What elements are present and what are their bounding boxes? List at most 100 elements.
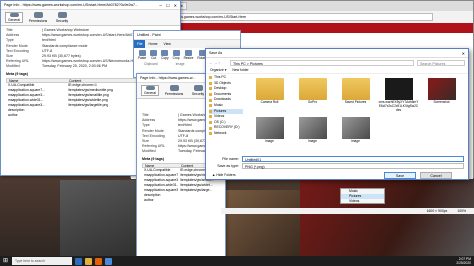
file-name-input[interactable]: Untitled01 [242, 156, 464, 162]
command-bar: Organize ▾ New folder [206, 67, 468, 74]
column-content[interactable]: Content [179, 164, 193, 168]
image-thumbnail [341, 117, 370, 139]
maximize-icon[interactable]: ☐ [166, 3, 170, 8]
column-content[interactable]: Content [67, 79, 81, 83]
lock-icon [193, 85, 203, 91]
page-info-title-bar: Page Info - https://www.games-workshop.c… [1, 1, 180, 10]
save-as-title-bar: Save As ✕ [206, 49, 468, 58]
document-icon [209, 93, 212, 97]
page-info-2-title: Page Info - https://www.games-w... [140, 76, 196, 80]
image-size: 1600 × 900px [426, 209, 448, 213]
file-name-row: File name: Untitled01 [209, 156, 464, 162]
windows-start-icon[interactable]: ⊞ [2, 258, 9, 265]
tab-permissions[interactable]: Permissions [165, 85, 183, 96]
folder-icon [255, 78, 284, 100]
system-tray[interactable]: 2:07 PM 2/25/2020 [456, 257, 474, 265]
list-item[interactable]: image [335, 117, 376, 153]
list-item[interactable]: Camera Roll [249, 78, 290, 114]
copy-button[interactable]: Copy [161, 50, 169, 60]
taskbar-search-input[interactable]: Type here to search [12, 257, 72, 265]
paint-title: Untitled - Paint [137, 33, 161, 37]
page-info-tabs: General Permissions Security [1, 10, 180, 26]
image-thumbnail [427, 78, 456, 100]
zoom-level[interactable]: 100% [457, 208, 466, 214]
menu-home[interactable]: Home [145, 42, 160, 46]
cut-button[interactable]: Cut [150, 50, 158, 60]
folder-icon [298, 78, 327, 100]
pictures-icon [209, 109, 212, 113]
drive-icon [209, 126, 212, 130]
menu-file[interactable]: File [134, 40, 146, 48]
list-item[interactable]: cms-warhEX5yXY7Adh6mYE6cl7x2sC2x91LKXtgS… [378, 78, 419, 114]
close-icon[interactable]: ✕ [462, 51, 465, 56]
path-input[interactable]: This PC > Pictures [230, 59, 414, 66]
permissions-icon [169, 85, 179, 91]
new-folder-button[interactable]: New folder [232, 68, 248, 72]
lock-icon [57, 12, 67, 18]
dropdown-item-videos[interactable]: Videos [341, 199, 384, 204]
general-icon [9, 13, 19, 17]
network-icon [209, 132, 212, 136]
computer-icon [209, 76, 212, 80]
browser-tab-strip: Games Workshop Webstore [131, 1, 473, 11]
paint-icon[interactable] [105, 257, 112, 265]
save-type-select[interactable]: PNG (*.png) [242, 163, 464, 169]
search-input[interactable]: Search Pictures [417, 59, 465, 66]
folder-icon [341, 78, 370, 100]
menu-view[interactable]: View [161, 42, 174, 46]
tab-general[interactable]: General [5, 12, 23, 23]
image-thumbnail [298, 117, 327, 139]
browser-address-bar[interactable]: https://www.games-workshop.com/en-US/Sta… [161, 13, 433, 21]
paste-button[interactable]: Paste [138, 50, 146, 60]
list-item[interactable]: image [249, 117, 290, 153]
save-as-dialog: Save As ✕ ← → ↑ This PC > Pictures Searc… [205, 48, 469, 180]
table-row[interactable]: author [142, 198, 220, 203]
hide-folders-button[interactable]: ▲ Hide Folders [212, 173, 236, 177]
page-info-title: Page Info - https://www.games-workshop.c… [4, 3, 139, 7]
music-icon [209, 104, 212, 108]
paint-status-bar: 1600 × 900px 100% [221, 208, 474, 214]
save-type-label: Save as type: [217, 164, 239, 168]
paint-menu: File Home View [134, 40, 240, 48]
file-explorer-icon[interactable] [85, 257, 92, 265]
paint-title-bar: Untitled - Paint [134, 31, 240, 40]
save-button[interactable]: Save [384, 172, 416, 179]
clock-date: 2/25/2020 [456, 261, 471, 265]
drive-icon [209, 121, 212, 125]
crop-button[interactable]: Crop [172, 50, 180, 60]
file-name-label: File name: [222, 157, 239, 161]
tab-permissions[interactable]: Permissions [29, 12, 47, 23]
desktop-icon [209, 87, 212, 91]
folder-dropdown: Music Pictures Videos [340, 188, 385, 204]
file-list: Camera Roll GoPro Saved Pictures cms-war… [246, 75, 468, 147]
permissions-icon [33, 12, 43, 18]
list-item[interactable]: GoPro [292, 78, 333, 114]
minimize-icon[interactable]: ─ [159, 3, 162, 8]
column-name[interactable]: Name [7, 79, 67, 83]
save-type-row: Save as type: PNG (*.png) [209, 163, 464, 169]
tab-security[interactable]: Security [53, 12, 71, 23]
list-item[interactable]: image [292, 117, 333, 153]
resize-button[interactable]: Resize [184, 50, 193, 60]
organize-button[interactable]: Organize ▾ [210, 68, 226, 72]
close-icon[interactable]: ✕ [174, 3, 177, 8]
image-thumbnail [255, 117, 284, 139]
cube-icon [209, 81, 212, 85]
list-item[interactable]: Screenshot [421, 78, 462, 114]
navigation-pane: This PC 3D Objects Desktop Documents Dow… [206, 75, 243, 147]
list-item[interactable]: Saved Pictures [335, 78, 376, 114]
save-as-title: Save As [209, 51, 223, 55]
download-icon [209, 98, 212, 102]
navigation-arrows-icon[interactable]: ← → ↑ [209, 61, 227, 65]
video-icon [209, 115, 212, 119]
firefox-icon[interactable] [95, 257, 102, 265]
address-bar: ← → ↑ This PC > Pictures Search Pictures [206, 58, 468, 67]
taskbar: ⊞ Type here to search 2:07 PM 2/25/2020 [0, 256, 474, 266]
cancel-button[interactable]: Cancel [420, 172, 452, 179]
column-name[interactable]: Name [143, 164, 179, 168]
edge-icon[interactable] [75, 257, 82, 265]
image-thumbnail [384, 78, 413, 100]
general-icon [145, 86, 155, 90]
tab-general[interactable]: General [141, 85, 159, 96]
nav-item-network[interactable]: Network [209, 131, 243, 137]
